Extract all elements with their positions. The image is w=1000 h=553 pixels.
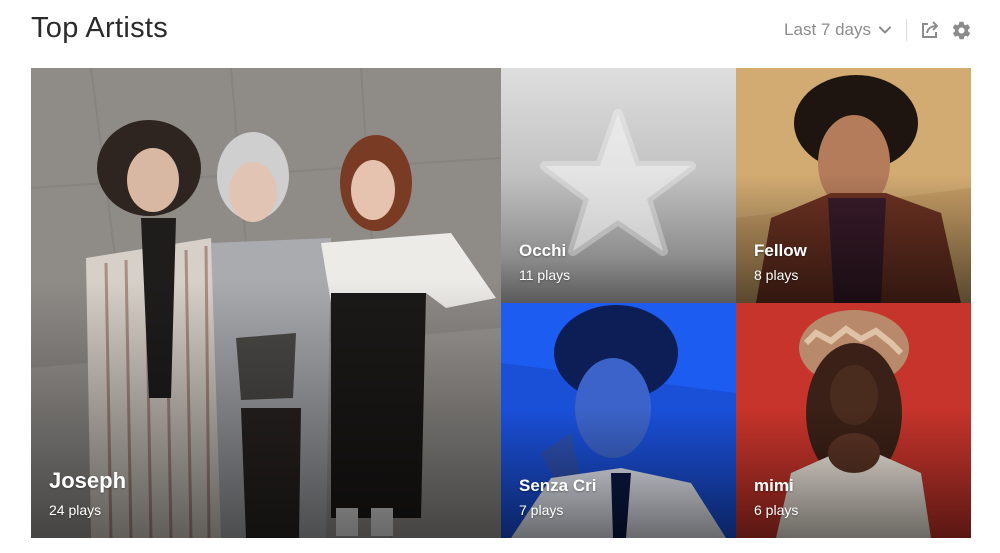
artist-name: Senza Cri	[519, 476, 597, 495]
artist-grid: Joseph 24 plays Occhi 11 plays Fellow 8 …	[31, 68, 971, 538]
tile-label: Joseph 24 plays	[49, 468, 126, 518]
tile-label: Occhi 11 plays	[519, 241, 570, 283]
artist-plays: 6 plays	[754, 502, 799, 518]
tile-shade	[501, 408, 736, 538]
artist-tile-mimi[interactable]: mimi 6 plays	[736, 303, 971, 538]
tile-label: Senza Cri 7 plays	[519, 476, 596, 518]
tile-label: Fellow 8 plays	[754, 241, 807, 283]
artist-tile-fellow[interactable]: Fellow 8 plays	[736, 68, 971, 303]
chevron-down-icon	[878, 23, 892, 37]
time-range-dropdown[interactable]: Last 7 days	[784, 20, 892, 40]
time-range-label: Last 7 days	[784, 20, 871, 39]
artist-plays: 7 plays	[519, 502, 564, 518]
tile-shade	[736, 408, 971, 538]
artist-tile-joseph[interactable]: Joseph 24 plays	[31, 68, 501, 538]
share-icon[interactable]	[919, 19, 941, 41]
artist-name: Joseph	[49, 468, 127, 493]
gear-icon[interactable]	[950, 19, 972, 41]
artist-name: Fellow	[754, 241, 807, 260]
widget-title: Top Artists	[31, 12, 169, 44]
header-controls: Last 7 days	[784, 17, 972, 43]
artist-name: Occhi	[519, 241, 567, 260]
widget-header: Top Artists Last 7 days	[0, 0, 1000, 68]
artist-plays: 8 plays	[754, 267, 799, 283]
tile-label: mimi 6 plays	[754, 476, 798, 518]
artist-tile-occhi[interactable]: Occhi 11 plays	[501, 68, 736, 303]
header-divider	[906, 19, 907, 41]
artist-plays: 24 plays	[49, 502, 102, 518]
artist-name: mimi	[754, 476, 794, 495]
tile-shade	[736, 173, 971, 303]
artist-tile-senza-cri[interactable]: Senza Cri 7 plays	[501, 303, 736, 538]
artist-plays: 11 plays	[519, 267, 571, 283]
